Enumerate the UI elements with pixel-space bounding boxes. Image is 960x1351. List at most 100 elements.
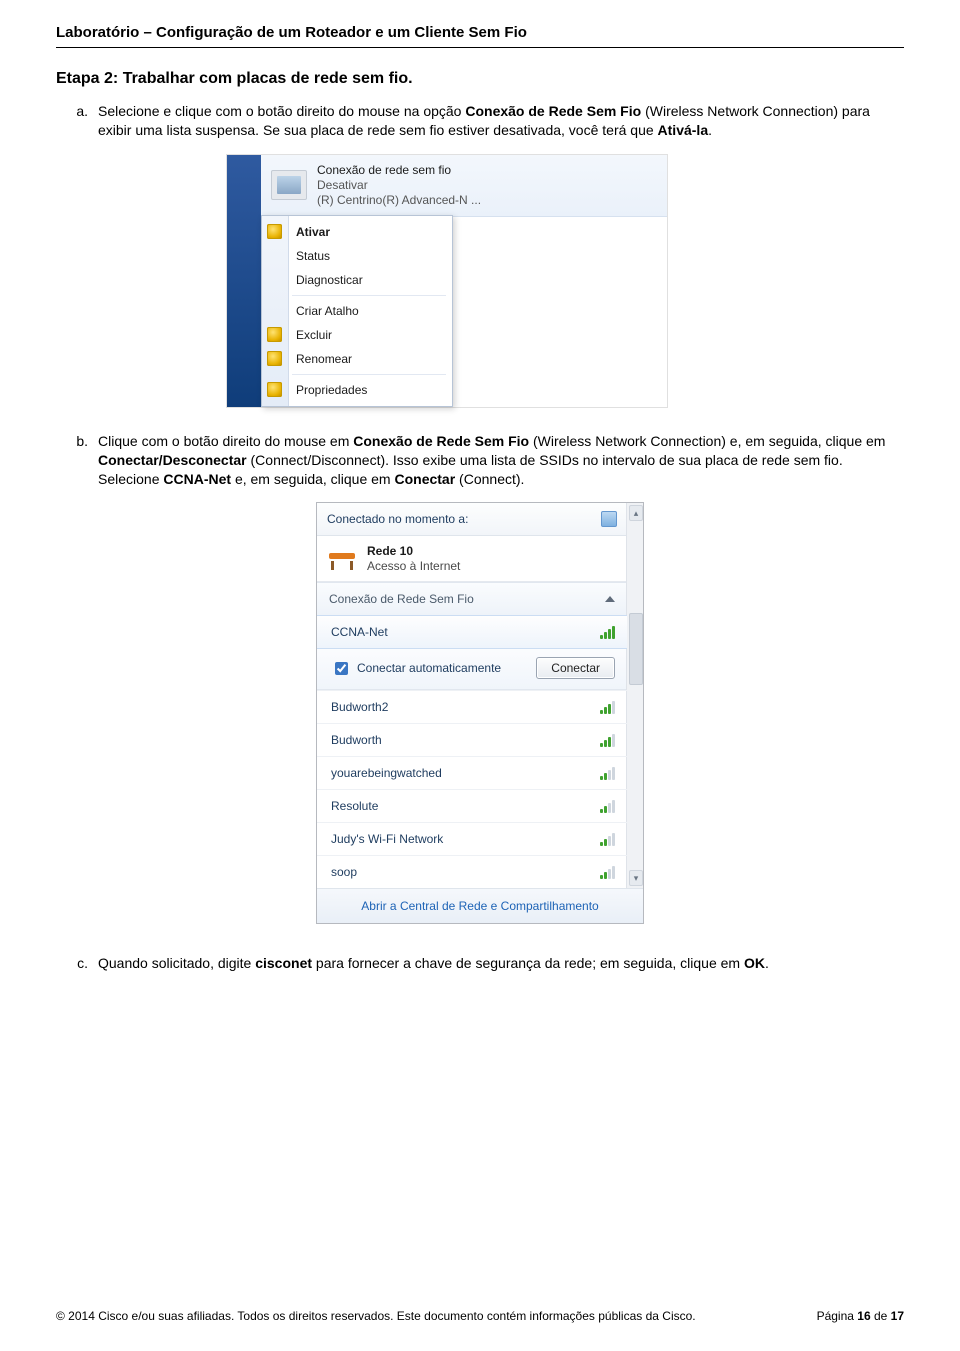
auto-connect-checkbox[interactable]: Conectar automaticamente [331,659,501,678]
step-title: Etapa 2: Trabalhar com placas de rede se… [56,70,904,88]
open-network-center-link[interactable]: Abrir a Central de Rede e Compartilhamen… [317,888,643,923]
menu-label: Renomear [296,352,352,366]
bold-text: Ativá-la [658,122,709,138]
flyout-header: Conectado no momento a: [317,503,627,536]
text: Clique com o botão direito do mouse em [98,433,353,449]
network-item[interactable]: Judy's Wi-Fi Network [317,822,627,855]
item-text: Clique com o botão direito do mouse em C… [98,432,904,489]
text: . [708,122,712,138]
network-name: Resolute [331,799,378,813]
current-network-sub: Acesso à Internet [367,559,460,573]
bold-text: Conexão de Rede Sem Fio [353,433,529,449]
network-item-selected[interactable]: CCNA-Net [317,615,627,649]
signal-icon [600,865,615,879]
bold-text: CCNA-Net [163,471,231,487]
item-marker: a. [56,102,98,140]
scrollbar[interactable]: ▴ ▾ [626,503,643,888]
section-header[interactable]: Conexão de Rede Sem Fio [317,582,627,615]
list-item: a. Selecione e clique com o botão direit… [56,102,904,140]
network-name: soop [331,865,357,879]
text: (Connect). [455,471,524,487]
shield-icon [267,224,282,239]
menu-label: Ativar [296,225,330,239]
document-page: Laboratório – Configuração de um Roteado… [0,0,960,1351]
scroll-up-button[interactable]: ▴ [629,505,643,521]
bold-text: Conectar [394,471,455,487]
text: . [765,955,769,971]
list-item: b. Clique com o botão direito do mouse e… [56,432,904,489]
signal-icon [600,700,615,714]
refresh-icon[interactable] [601,511,617,527]
network-name: CCNA-Net [331,625,388,639]
network-item[interactable]: Budworth2 [317,690,627,723]
page-total: 17 [891,1309,904,1323]
bold-text: Conexão de Rede Sem Fio [465,103,641,119]
auto-connect-input[interactable] [335,662,348,675]
network-flyout: ▴ ▾ Conectado no momento a: Rede 10 [316,502,644,924]
accent-bar [227,155,261,407]
text: Selecione e clique com o botão direito d… [98,103,465,119]
signal-icon [600,766,615,780]
bench-icon [327,548,357,570]
auto-connect-row: Conectar automaticamente Conectar [317,649,627,690]
text: Quando solicitado, digite [98,955,255,971]
current-connection-row[interactable]: Rede 10 Acesso à Internet [317,536,627,582]
menu-item-rename[interactable]: Renomear [262,347,452,371]
menu-label: Propriedades [296,383,367,397]
network-item[interactable]: soop [317,855,627,888]
signal-icon [600,832,615,846]
menu-item-status[interactable]: Status [262,244,452,268]
menu-item-shortcut[interactable]: Criar Atalho [262,299,452,323]
menu-item-diagnose[interactable]: Diagnosticar [262,268,452,292]
header-text: Conectado no momento a: [327,512,468,526]
adapter-row[interactable]: Conexão de rede sem fio Desativar (R) Ce… [261,155,667,217]
footer-copyright: © 2014 Cisco e/ou suas afiliadas. Todos … [56,1309,696,1323]
network-item[interactable]: Budworth [317,723,627,756]
network-name: Budworth2 [331,700,388,714]
bold-text: cisconet [255,955,312,971]
document-header: Laboratório – Configuração de um Roteado… [56,24,904,41]
page-footer: © 2014 Cisco e/ou suas afiliadas. Todos … [56,1309,904,1323]
menu-label: Status [296,249,330,263]
page-current: 16 [857,1309,870,1323]
text: e, em seguida, clique em [231,471,394,487]
menu-item-activate[interactable]: Ativar [262,220,452,244]
section-label: Conexão de Rede Sem Fio [329,592,474,606]
adapter-status: Desativar [317,178,481,193]
item-text: Quando solicitado, digite cisconet para … [98,954,904,973]
shield-icon [267,351,282,366]
footer-page-number: Página 16 de 17 [817,1309,904,1323]
current-network-name: Rede 10 [367,544,460,558]
connect-button[interactable]: Conectar [536,657,615,679]
adapter-icon [271,170,307,200]
menu-item-delete[interactable]: Excluir [262,323,452,347]
network-item[interactable]: Resolute [317,789,627,822]
item-text: Selecione e clique com o botão direito d… [98,102,904,140]
menu-separator [292,374,446,375]
auto-connect-label: Conectar automaticamente [357,661,501,675]
text: Página [817,1309,858,1323]
network-name: Budworth [331,733,382,747]
item-marker: b. [56,432,98,489]
network-name: youarebeingwatched [331,766,442,780]
signal-icon [600,733,615,747]
bold-text: OK [744,955,765,971]
scroll-thumb[interactable] [629,613,643,685]
menu-label: Excluir [296,328,332,342]
shield-icon [267,382,282,397]
text: para fornecer a chave de segurança da re… [312,955,744,971]
figure-context-menu: Conexão de rede sem fio Desativar (R) Ce… [226,154,904,408]
network-item[interactable]: youarebeingwatched [317,756,627,789]
list-item: c. Quando solicitado, digite cisconet pa… [56,954,904,973]
adapter-desc: (R) Centrino(R) Advanced-N ... [317,193,481,208]
item-marker: c. [56,954,98,973]
menu-label: Diagnosticar [296,273,363,287]
windows-adapter-panel: Conexão de rede sem fio Desativar (R) Ce… [226,154,668,408]
menu-label: Criar Atalho [296,304,359,318]
context-menu: Ativar Status Diagnosticar Criar Atalho … [261,215,453,407]
text: de [871,1309,891,1323]
scroll-down-button[interactable]: ▾ [629,870,643,886]
bold-text: Conectar/Desconectar [98,452,247,468]
divider [56,47,904,48]
menu-item-properties[interactable]: Propriedades [262,378,452,402]
